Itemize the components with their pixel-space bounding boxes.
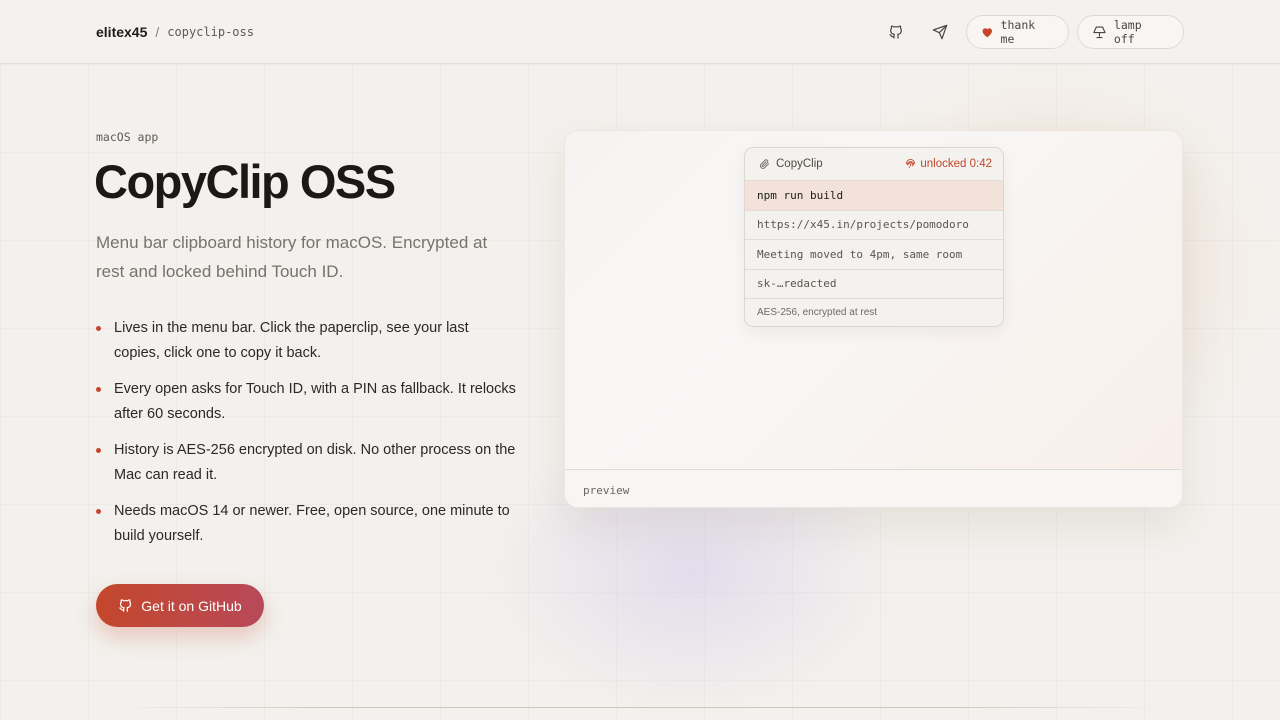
feature-item: Every open asks for Touch ID, with a PIN… bbox=[96, 377, 516, 426]
thank-me-button[interactable]: thank me bbox=[966, 15, 1069, 49]
clip-item[interactable]: https://x45.in/projects/pomodoro bbox=[745, 209, 1003, 240]
clip-item[interactable]: npm run build bbox=[745, 180, 1003, 210]
breadcrumb: elitex45 / copyclip-oss bbox=[96, 24, 254, 40]
clip-item[interactable]: Meeting moved to 4pm, same room bbox=[745, 239, 1003, 269]
feature-text: Every open asks for Touch ID, with a PIN… bbox=[114, 381, 516, 422]
feature-text: Lives in the menu bar. Click the papercl… bbox=[114, 320, 469, 361]
get-on-github-button[interactable]: Get it on GitHub bbox=[96, 584, 264, 627]
preview-caption: preview bbox=[565, 469, 1182, 507]
menu-app-name: CopyClip bbox=[776, 158, 823, 170]
cta-label: Get it on GitHub bbox=[141, 597, 242, 614]
send-icon bbox=[932, 24, 948, 40]
breadcrumb-separator: / bbox=[155, 24, 160, 40]
clip-item[interactable]: sk-…redacted bbox=[745, 268, 1003, 299]
page-title: CopyClip OSS bbox=[94, 155, 396, 208]
repo-name: copyclip-oss bbox=[167, 25, 254, 39]
paperclip-icon bbox=[760, 159, 770, 169]
github-icon bbox=[119, 599, 132, 612]
bullet-dot bbox=[96, 448, 101, 453]
feature-item: History is AES-256 encrypted on disk. No… bbox=[96, 438, 516, 487]
bullet-dot bbox=[96, 387, 101, 392]
feature-item: Needs macOS 14 or newer. Free, open sour… bbox=[96, 499, 516, 548]
telegram-link[interactable] bbox=[928, 20, 952, 44]
encryption-note: AES-256, encrypted at rest bbox=[745, 298, 1003, 325]
lock-timer: unlocked 0:42 bbox=[920, 158, 992, 170]
fingerprint-icon bbox=[906, 158, 916, 168]
lamp-label: lamp off bbox=[1113, 18, 1142, 46]
brand-link[interactable]: elitex45 bbox=[96, 24, 147, 40]
feature-item: Lives in the menu bar. Click the papercl… bbox=[96, 316, 516, 365]
top-navigation: elitex45 / copyclip-oss thank me lamp of… bbox=[0, 0, 1280, 64]
app-preview-card: CopyClip unlocked 0:42 npm run build htt… bbox=[564, 130, 1183, 508]
feature-text: History is AES-256 encrypted on disk. No… bbox=[114, 442, 516, 483]
hero-subtitle: Menu bar clipboard history for macOS. En… bbox=[96, 233, 488, 281]
thank-me-label: thank me bbox=[1000, 18, 1036, 46]
eyebrow-label: macOS app bbox=[96, 130, 159, 144]
footer-divider bbox=[112, 707, 1168, 708]
clipboard-menu-panel: CopyClip unlocked 0:42 npm run build htt… bbox=[744, 147, 1004, 327]
bullet-dot bbox=[96, 326, 101, 331]
feature-list: Lives in the menu bar. Click the papercl… bbox=[96, 316, 516, 560]
menu-app-title: CopyClip bbox=[759, 158, 823, 170]
lamp-toggle-button[interactable]: lamp off bbox=[1077, 15, 1184, 49]
lamp-icon bbox=[1093, 26, 1106, 39]
bullet-dot bbox=[96, 509, 101, 514]
menu-header: CopyClip unlocked 0:42 bbox=[745, 148, 1003, 180]
heart-icon bbox=[982, 28, 992, 38]
github-link[interactable] bbox=[884, 20, 908, 44]
github-icon bbox=[889, 25, 902, 39]
feature-text: Needs macOS 14 or newer. Free, open sour… bbox=[114, 503, 510, 544]
lock-status: unlocked 0:42 bbox=[905, 158, 992, 170]
